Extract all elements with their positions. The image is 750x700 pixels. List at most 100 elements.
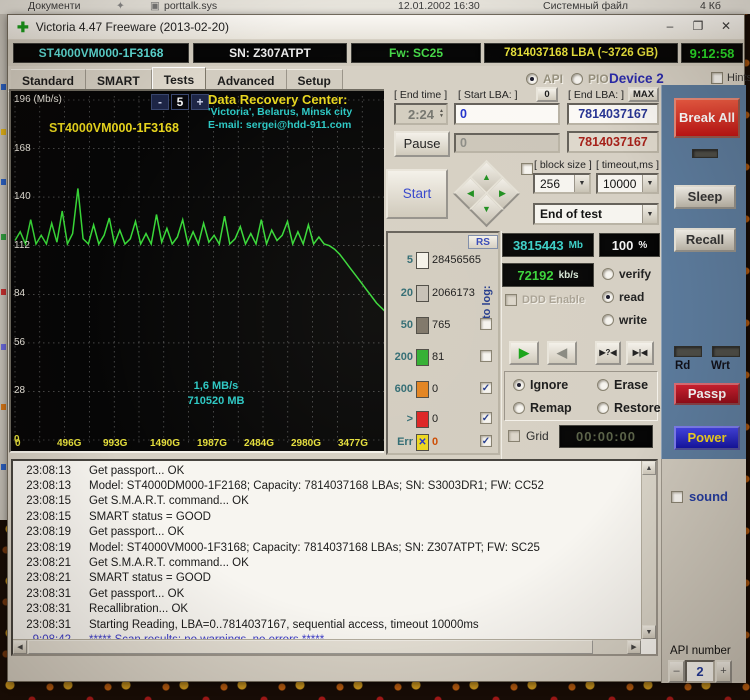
hints-label: Hints xyxy=(727,72,750,84)
ops-label: Remap xyxy=(530,401,572,415)
drive-serial-display: SN: Z307ATPT xyxy=(193,43,347,63)
seek-end-button[interactable]: ▶|◀ xyxy=(626,341,654,365)
recall-button[interactable]: Recall xyxy=(674,228,736,252)
start-button[interactable]: Start xyxy=(386,169,448,219)
counter-log-checkbox[interactable] xyxy=(480,318,492,330)
log-vertical-scrollbar[interactable]: ▲ ▼ xyxy=(641,461,656,639)
y-tick: 168 xyxy=(14,143,31,154)
pause-button[interactable]: Pause xyxy=(394,131,450,157)
grid-control[interactable]: Grid xyxy=(508,429,549,443)
max-button[interactable]: MAX xyxy=(628,87,659,102)
x-tick: 2484G xyxy=(244,438,274,449)
side-button-column: Break All Sleep Recall Rd Wrt Passp Powe… xyxy=(661,85,746,459)
nav-option-checkbox[interactable] xyxy=(521,163,533,175)
pin-icon: ✦ xyxy=(116,0,125,12)
start-lba-previous: 0 xyxy=(454,133,560,153)
counter-color-box xyxy=(416,285,429,302)
hints-checkbox[interactable] xyxy=(711,72,723,84)
api-plus-button[interactable]: + xyxy=(715,660,732,683)
block-size-dropdown[interactable]: 256 ▼ xyxy=(533,173,591,194)
chevron-down-icon[interactable]: ▼ xyxy=(642,205,657,223)
rs-button[interactable]: RS xyxy=(468,235,498,249)
counter-log-checkbox[interactable]: ✓ xyxy=(480,435,492,447)
spinner-down-icon[interactable]: ▼ xyxy=(439,114,444,119)
api-radio[interactable] xyxy=(526,73,538,85)
counter-label: 600 xyxy=(391,383,413,395)
power-button[interactable]: Power xyxy=(674,426,740,450)
grid-checkbox[interactable] xyxy=(508,430,520,442)
counter-row: >0 xyxy=(391,410,438,428)
restore-radio[interactable] xyxy=(597,402,609,414)
counter-color-box xyxy=(416,252,429,269)
remap-radio[interactable] xyxy=(513,402,525,414)
counter-label: 5 xyxy=(391,254,413,266)
sleep-button[interactable]: Sleep xyxy=(674,185,736,209)
play-button[interactable]: ▶ xyxy=(509,341,539,365)
maximize-button[interactable]: ❐ xyxy=(686,18,710,36)
back-button[interactable]: ◀ xyxy=(547,341,577,365)
mode-verify[interactable]: verify xyxy=(602,267,651,281)
read-radio[interactable] xyxy=(602,291,614,303)
end-action-dropdown[interactable]: End of test ▼ xyxy=(533,203,659,225)
ops-restore[interactable]: Restore xyxy=(597,401,661,415)
log-horizontal-scrollbar[interactable]: ◀ ▶ xyxy=(13,639,641,654)
counter-value: 0 xyxy=(432,413,438,425)
end-time-spinner[interactable]: 2:24 ▲ ▼ xyxy=(394,103,448,125)
close-button[interactable]: ✕ xyxy=(714,18,738,36)
read-led xyxy=(674,346,702,357)
hints-control[interactable]: Hints xyxy=(711,72,750,84)
counter-label: Err xyxy=(391,436,413,448)
pio-radio[interactable] xyxy=(571,73,583,85)
ops-label: Ignore xyxy=(530,378,568,392)
api-minus-button[interactable]: – xyxy=(668,660,685,683)
chevron-down-icon[interactable]: ▼ xyxy=(642,175,657,192)
ops-erase[interactable]: Erase xyxy=(597,378,648,392)
scroll-right-icon[interactable]: ▶ xyxy=(627,640,641,654)
y-tick: 56 xyxy=(14,337,25,348)
scroll-left-icon[interactable]: ◀ xyxy=(13,640,27,654)
seek-error-button[interactable]: ▶?◀ xyxy=(595,341,621,365)
chevron-down-icon[interactable]: ▼ xyxy=(574,175,589,192)
counter-value: 0 xyxy=(432,383,438,395)
scroll-up-icon[interactable]: ▲ xyxy=(642,461,656,475)
log-time: 23:08:15 xyxy=(13,495,71,507)
x-tick: 496G xyxy=(57,438,81,449)
end-lba-input[interactable]: 7814037167 xyxy=(567,103,659,125)
sound-checkbox[interactable] xyxy=(671,491,683,503)
log-text: Get passport... OK xyxy=(89,526,184,538)
start-lba-zero-button[interactable]: 0 xyxy=(536,87,558,102)
counter-log-checkbox[interactable] xyxy=(480,350,492,362)
ops-ignore[interactable]: Ignore xyxy=(513,378,568,392)
processed-unit: Mb xyxy=(569,240,583,251)
minimize-button[interactable]: – xyxy=(658,18,682,36)
mode-write[interactable]: write xyxy=(602,313,647,327)
scale-plus-button[interactable]: + xyxy=(191,94,209,110)
background-toolbar-strip xyxy=(0,14,7,520)
verify-radio[interactable] xyxy=(602,268,614,280)
timeout-dropdown[interactable]: 10000 ▼ xyxy=(596,173,659,194)
mode-radios: verify read write xyxy=(602,267,660,339)
write-radio[interactable] xyxy=(602,314,614,326)
scale-minus-button[interactable]: - xyxy=(151,94,169,110)
start-lba-input[interactable]: 0 xyxy=(454,103,560,125)
counter-log-checkbox[interactable]: ✓ xyxy=(480,382,492,394)
log-text: Model: ST4000VM000-1F3168; Capacity: 781… xyxy=(89,542,540,554)
ops-remap[interactable]: Remap xyxy=(513,401,572,415)
erase-radio[interactable] xyxy=(597,379,609,391)
sound-control[interactable]: sound xyxy=(671,489,728,504)
cursor-position: 710520 MB xyxy=(161,394,271,409)
ddd-enable-checkbox[interactable] xyxy=(505,294,517,306)
counter-log-checkbox[interactable]: ✓ xyxy=(480,412,492,424)
end-lba-label: [ End LBA: ] xyxy=(568,89,624,101)
mode-read[interactable]: read xyxy=(602,290,644,304)
left-arrow-icon: ◀ xyxy=(467,189,474,198)
processed-display: 3815443 Mb xyxy=(502,233,594,257)
write-led-label: Wrt xyxy=(711,360,730,372)
break-all-button[interactable]: Break All xyxy=(674,98,740,138)
rate-display: 72192 kb/s xyxy=(502,263,594,287)
ignore-radio[interactable] xyxy=(513,379,525,391)
passp-button[interactable]: Passp xyxy=(674,383,740,405)
scroll-down-icon[interactable]: ▼ xyxy=(642,625,656,639)
scrollbar-thumb[interactable] xyxy=(28,640,593,654)
clock-display: 9:12:58 xyxy=(681,43,743,63)
